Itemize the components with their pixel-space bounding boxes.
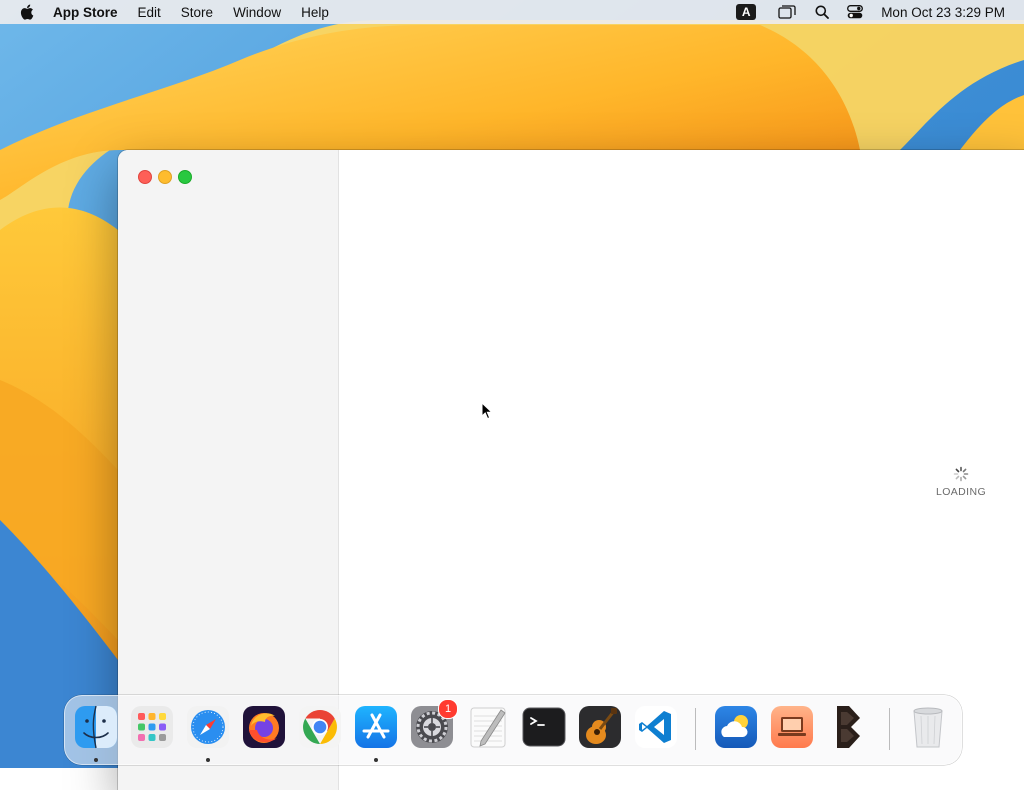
dock-separator	[695, 708, 696, 750]
spotlight-search-icon[interactable]	[812, 0, 832, 24]
window-minimize-button[interactable]	[158, 170, 172, 184]
dock: 1	[64, 695, 962, 765]
dock-garageband-icon[interactable]	[577, 704, 623, 750]
dock-textedit-icon[interactable]	[465, 704, 511, 750]
app-store-window: LOADING	[118, 150, 1024, 790]
mouse-cursor-icon	[481, 401, 493, 425]
input-source-label: A	[736, 4, 757, 20]
main-content: LOADING	[339, 150, 1024, 790]
menu-help[interactable]: Help	[301, 5, 329, 20]
window-close-button[interactable]	[138, 170, 152, 184]
menu-app-store[interactable]: App Store	[53, 5, 118, 20]
loading-indicator: LOADING	[926, 466, 996, 498]
dock-safari-icon[interactable]	[185, 704, 231, 750]
dock-launchpad-icon[interactable]	[129, 704, 175, 750]
menu-store[interactable]: Store	[181, 5, 213, 20]
control-center-icon[interactable]	[845, 0, 865, 24]
running-indicator	[206, 758, 210, 762]
dock-separator	[889, 708, 890, 750]
dock-chrome-icon[interactable]	[297, 704, 343, 750]
spinner-icon	[953, 466, 969, 482]
apple-icon[interactable]	[19, 4, 34, 20]
dock-firefox-icon[interactable]	[241, 704, 287, 750]
dock-bbedit-icon[interactable]	[825, 704, 871, 750]
menu-bar: App Store Edit Store Window Help A Mon O…	[0, 0, 1024, 24]
dock-weather-icon[interactable]	[713, 704, 759, 750]
menubar-clock[interactable]: Mon Oct 23 3:29 PM	[881, 5, 1005, 20]
dock-terminal-icon[interactable]	[521, 704, 567, 750]
running-indicator	[374, 758, 378, 762]
dock-finder-icon[interactable]	[73, 704, 119, 750]
notification-badge: 1	[438, 699, 458, 719]
screen-mirroring-icon[interactable]	[775, 0, 799, 24]
dock-system-settings-icon[interactable]: 1	[409, 699, 458, 750]
menu-window[interactable]: Window	[233, 5, 281, 20]
dock-trash-icon[interactable]	[905, 704, 951, 750]
dock-vscode-icon[interactable]	[633, 704, 679, 750]
sidebar	[118, 150, 339, 790]
dock-app-store-icon[interactable]	[353, 704, 399, 750]
loading-label: LOADING	[935, 486, 987, 498]
menu-edit[interactable]: Edit	[138, 5, 161, 20]
dock-desktop-app-icon[interactable]	[769, 704, 815, 750]
input-source-icon[interactable]: A	[734, 0, 758, 24]
running-indicator	[94, 758, 98, 762]
window-zoom-button[interactable]	[178, 170, 192, 184]
